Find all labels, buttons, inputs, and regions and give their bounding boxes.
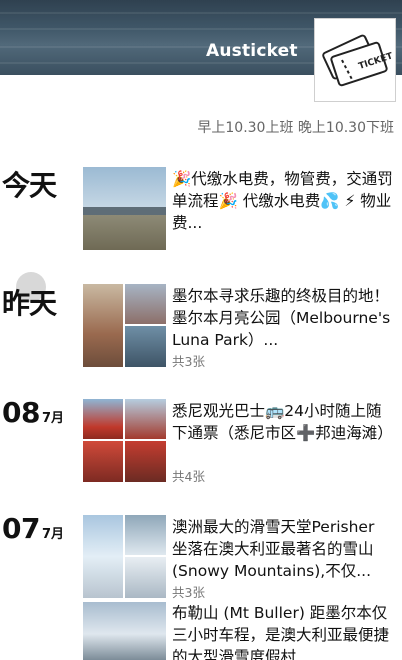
date-month: 7月	[41, 411, 65, 426]
post-text[interactable]: 悉尼观光巴士🚌24小时随上随下通票（悉尼市区➕邦迪海滩）	[172, 400, 394, 466]
day-label: 昨天	[2, 287, 57, 320]
date-label: 07 7月	[2, 512, 64, 545]
image-count: 共3张	[172, 354, 205, 369]
image-count: 共3张	[172, 585, 205, 600]
profile-signature: 早上10.30上班 晚上10.30下班	[197, 120, 394, 136]
post-text[interactable]: 🎉代缴水电费，物管费，交通罚单流程🎉 代缴水电费💦 ⚡ 物业费...	[172, 168, 394, 234]
date-day: 08	[2, 396, 40, 429]
post-thumbnail[interactable]	[83, 167, 166, 250]
date-label: 08 7月	[2, 396, 64, 429]
date-month: 7月	[41, 527, 65, 542]
post-thumbnail[interactable]	[83, 399, 166, 482]
post-text[interactable]: 澳洲最大的滑雪天堂Perisher 坐落在澳大利亚最著名的雪山(Snowy Mo…	[172, 516, 394, 582]
image-count: 共4张	[172, 469, 205, 484]
post-thumbnail[interactable]	[83, 602, 166, 660]
post-text[interactable]: 布勒山 (Mt Buller) 距墨尔本仅三小时车程，是澳大利亚最便捷的大型滑雪…	[172, 602, 394, 660]
post-thumbnail[interactable]	[83, 284, 166, 367]
post-thumbnail[interactable]	[83, 515, 166, 598]
ticket-icon: TICKET	[322, 34, 392, 87]
avatar[interactable]: TICKET	[314, 18, 396, 102]
post-text[interactable]: 墨尔本寻求乐趣的终极目的地！ 墨尔本月亮公园（Melbourne's Luna …	[172, 285, 394, 351]
day-label: 今天	[2, 169, 57, 202]
date-day: 07	[2, 512, 40, 545]
profile-name: Austicket	[206, 41, 298, 61]
